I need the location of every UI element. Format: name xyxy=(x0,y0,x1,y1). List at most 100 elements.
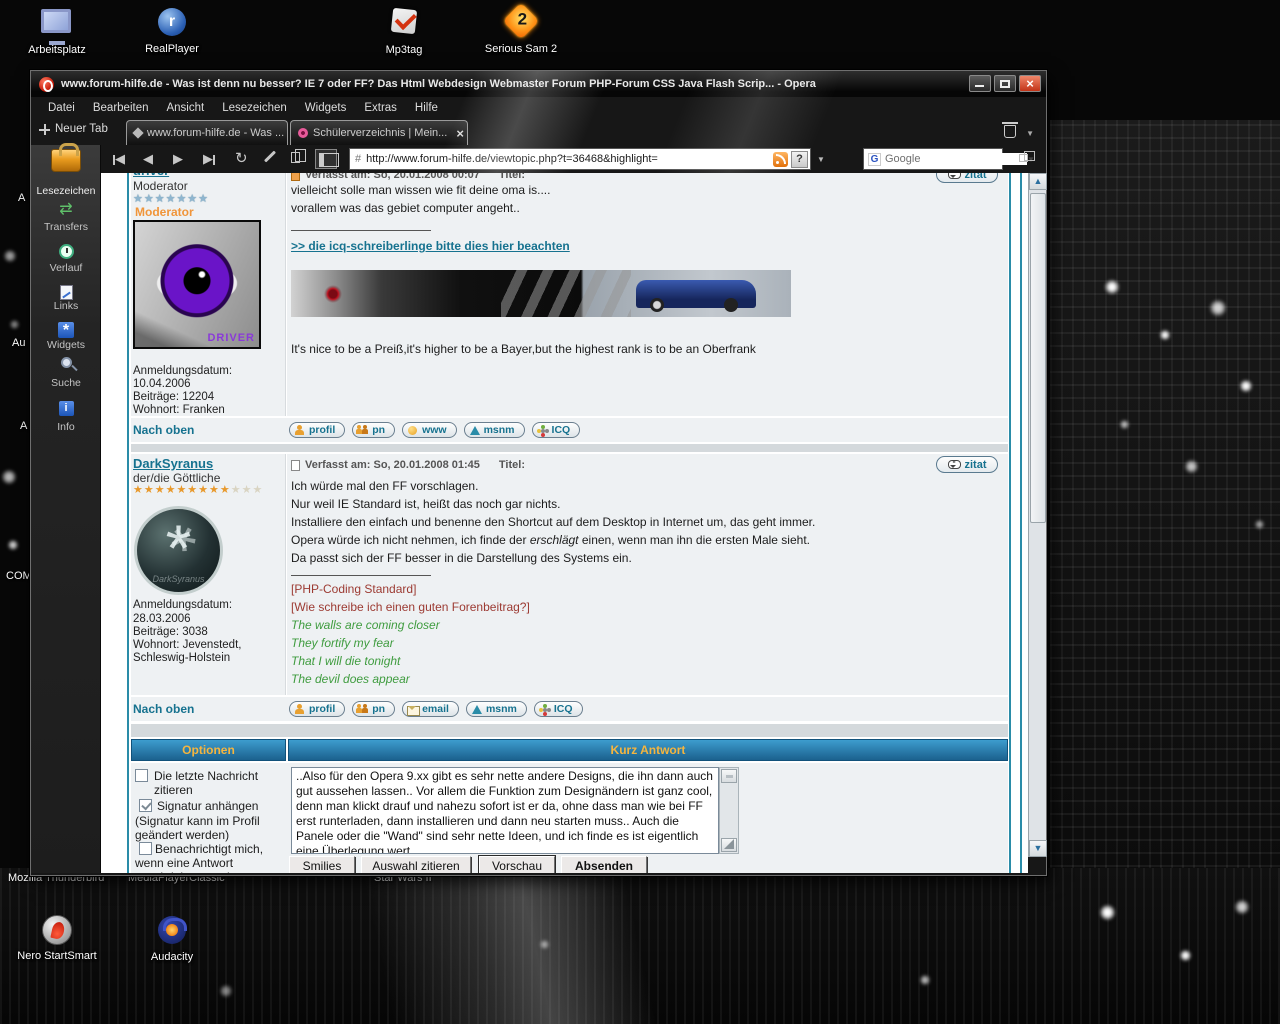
menu-bearbeiten[interactable]: Bearbeiten xyxy=(84,100,158,116)
location: Wohnort: Franken xyxy=(133,404,225,416)
textarea-scroll-up-button[interactable] xyxy=(721,769,737,783)
desktop-icon-arbeitsplatz[interactable]: Arbeitsplatz xyxy=(14,6,100,56)
my-computer-icon xyxy=(41,9,73,41)
desktop-icon-audacity[interactable]: Audacity xyxy=(129,915,215,963)
menu-widgets[interactable]: Widgets xyxy=(296,100,356,116)
quote-button[interactable]: " zitat xyxy=(936,173,998,183)
signature-lyric: The walls are coming closer xyxy=(291,618,440,632)
bookmarks-bag-icon[interactable] xyxy=(31,149,101,172)
scroll-up-button[interactable]: ▲ xyxy=(1029,173,1047,190)
profil-button[interactable]: profil xyxy=(289,422,345,438)
history-clock-icon[interactable] xyxy=(31,244,101,259)
new-tab-button[interactable]: Neuer Tab xyxy=(39,123,108,135)
profil-button[interactable]: profil xyxy=(289,701,345,717)
nero-icon xyxy=(41,915,73,947)
sidebar-item-info[interactable]: Info xyxy=(31,421,101,433)
tab-forum-hilfe[interactable]: www.forum-hilfe.de - Was ... × xyxy=(126,120,288,145)
post-count: Beiträge: 3038 xyxy=(133,626,208,638)
desktop-icon-realplayer[interactable]: r RealPlayer xyxy=(129,6,215,55)
address-page-icon: # xyxy=(350,153,366,165)
www-button[interactable]: www xyxy=(402,422,457,438)
rss-icon[interactable] xyxy=(773,152,788,167)
textarea-resize-grip[interactable] xyxy=(721,838,737,852)
closed-tabs-trash-icon[interactable] xyxy=(1004,125,1016,138)
forward-button[interactable]: ▶ xyxy=(173,149,183,169)
address-bar: # ? xyxy=(349,148,811,170)
edit-icon[interactable] xyxy=(264,150,276,162)
signature-link[interactable]: [Wie schreibe ich einen guten Forenbeitr… xyxy=(291,600,530,614)
attach-signature-checkbox[interactable] xyxy=(139,799,152,812)
desktop-icon-label: Nero StartSmart xyxy=(14,950,100,962)
close-button[interactable]: × xyxy=(1019,75,1041,92)
fast-forward-button[interactable]: ▶ xyxy=(203,149,215,169)
signature-link[interactable]: >> die icq-schreiberlinge bitte dies hie… xyxy=(291,239,570,253)
page-scrollbar[interactable]: ▲ ▼ xyxy=(1028,173,1046,857)
trash-dropdown-arrow[interactable]: ▼ xyxy=(1026,129,1034,138)
signature-link[interactable]: [PHP-Coding Standard] xyxy=(291,582,416,596)
reply-textarea[interactable]: ..Also für den Opera 9.xx gibt es sehr n… xyxy=(291,767,719,854)
desktop-icon-serioussam2[interactable]: 2 Serious Sam 2 xyxy=(478,6,564,55)
row-spacer xyxy=(131,723,1008,738)
transfers-icon[interactable]: ⇄ xyxy=(31,202,101,218)
back-button[interactable]: ◀ xyxy=(143,149,153,169)
icq-button[interactable]: ICQ xyxy=(534,701,583,717)
msn-icon xyxy=(469,425,480,436)
submit-button[interactable]: Absenden xyxy=(561,856,647,873)
tab-schuelerverzeichnis[interactable]: Schülerverzeichnis | Mein... × xyxy=(290,120,468,145)
title-bar[interactable]: www.forum-hilfe.de - Was ist denn nu bes… xyxy=(31,71,1046,97)
author-link-driver[interactable]: driver xyxy=(133,173,169,178)
preview-button[interactable]: Vorschau xyxy=(479,856,555,873)
audacity-icon xyxy=(156,916,188,948)
pn-button[interactable]: pn xyxy=(352,701,395,717)
panel-toggle-button[interactable] xyxy=(315,149,337,169)
tile-windows-icon[interactable] xyxy=(1019,154,1028,162)
msnm-button[interactable]: msnm xyxy=(466,701,527,717)
quote-last-checkbox[interactable] xyxy=(135,769,148,782)
info-icon[interactable]: i xyxy=(31,401,101,416)
menu-ansicht[interactable]: Ansicht xyxy=(157,100,213,116)
quote-button[interactable]: " zitat xyxy=(936,456,998,473)
help-question-button[interactable]: ? xyxy=(791,151,808,168)
rewind-button[interactable]: ◀ xyxy=(113,149,125,169)
email-button[interactable]: email xyxy=(402,701,459,717)
author-link-darksyranus[interactable]: DarkSyranus xyxy=(133,456,213,471)
widgets-gear-icon[interactable]: * xyxy=(31,322,101,338)
textarea-scroll-gutter[interactable] xyxy=(719,767,739,854)
sidebar-item-suche[interactable]: Suche xyxy=(31,377,101,389)
sidebar-item-links[interactable]: Links xyxy=(31,300,101,312)
quote-selection-button[interactable]: Auswahl zitieren xyxy=(361,856,471,873)
sidebar-item-transfers[interactable]: Transfers xyxy=(31,221,101,233)
maximize-button[interactable] xyxy=(994,75,1016,92)
address-dropdown-arrow[interactable]: ▼ xyxy=(817,155,825,164)
icq-button[interactable]: ICQ xyxy=(532,422,581,438)
pn-button[interactable]: pn xyxy=(352,422,395,438)
links-document-icon[interactable] xyxy=(31,285,101,300)
opera-logo-icon xyxy=(39,77,54,92)
reload-button[interactable]: ↻ xyxy=(235,149,248,169)
sidebar-item-lesezeichen[interactable]: Lesezeichen xyxy=(31,185,101,197)
search-magnifier-icon[interactable] xyxy=(31,357,101,368)
duplicate-page-icon[interactable] xyxy=(291,152,300,163)
menu-lesezeichen[interactable]: Lesezeichen xyxy=(213,100,296,116)
sidebar-item-widgets[interactable]: Widgets xyxy=(31,339,101,351)
sidebar-item-verlauf[interactable]: Verlauf xyxy=(31,262,101,274)
smilies-button[interactable]: Smilies xyxy=(289,856,355,873)
tab-favicon xyxy=(132,127,143,138)
msnm-button[interactable]: msnm xyxy=(464,422,525,438)
desktop-icon-mp3tag[interactable]: Mp3tag xyxy=(361,6,447,56)
address-input[interactable] xyxy=(366,153,773,165)
minimize-button[interactable] xyxy=(969,75,991,92)
back-to-top-link[interactable]: Nach oben xyxy=(133,702,194,716)
scroll-down-button[interactable]: ▼ xyxy=(1029,840,1047,857)
menu-datei[interactable]: Datei xyxy=(39,100,84,116)
search-input[interactable] xyxy=(885,153,1027,165)
scrollbar-thumb[interactable] xyxy=(1030,193,1046,523)
desktop-icon-nero[interactable]: Nero StartSmart xyxy=(14,915,100,962)
navigation-toolbar: ◀ ◀ ▶ ▶ ↻ # ? ▼ G ▼ xyxy=(31,145,1046,173)
menu-hilfe[interactable]: Hilfe xyxy=(406,100,447,116)
notify-label: Benachrichtigt mich, wenn eine Antwort g… xyxy=(135,842,275,873)
tab-close-icon[interactable]: × xyxy=(456,126,464,141)
joined-label: Anmeldungsdatum: xyxy=(133,365,232,377)
back-to-top-link[interactable]: Nach oben xyxy=(133,423,194,437)
menu-extras[interactable]: Extras xyxy=(355,100,406,116)
